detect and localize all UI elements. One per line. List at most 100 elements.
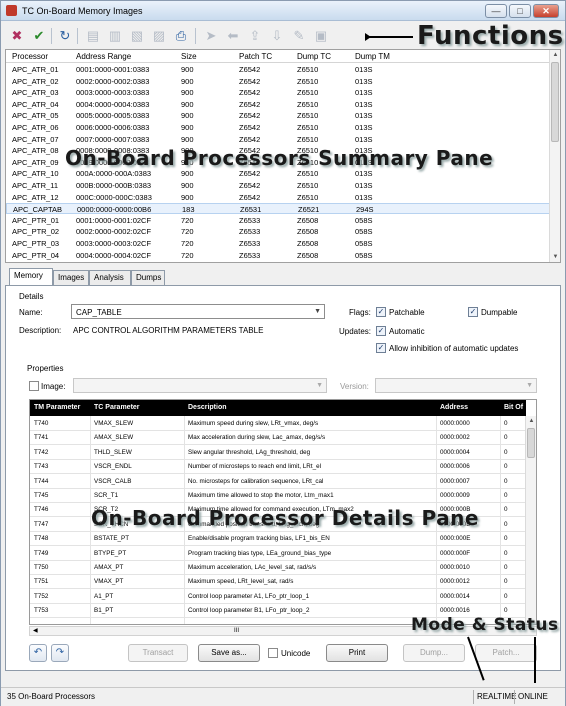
- refresh-icon[interactable]: ↻: [55, 26, 75, 46]
- patch-icon[interactable]: ✎: [289, 26, 309, 46]
- unicode-checkbox[interactable]: [268, 648, 278, 658]
- dump-button[interactable]: Dump...: [403, 644, 465, 662]
- parameter-row[interactable]: T748 BSTATE_PT Enable/disable program trac…: [30, 532, 526, 547]
- import-icon[interactable]: ▨: [149, 26, 169, 46]
- summary-scrollbar[interactable]: ▲ ▼: [549, 50, 560, 262]
- dumpable-checkbox[interactable]: ✓: [468, 307, 478, 317]
- receive-icon[interactable]: ⬅: [223, 26, 243, 46]
- parameter-row[interactable]: T742 THLD_SLEW Slew angular threshold, LAg…: [30, 446, 526, 460]
- scroll-up-icon[interactable]: ▲: [550, 50, 560, 60]
- cell-dump-tc: Z6510: [297, 111, 319, 121]
- parameter-row[interactable]: T744 VSCR_CALB No. microsteps for calibrat…: [30, 475, 526, 489]
- summary-row[interactable]: APC_ATR_02 0002:0000-0002:0383 900 Z6542 Z65…: [6, 76, 550, 87]
- summary-row[interactable]: APC_PTR_03 0003:0000-0003:02CF 720 Z6533 Z65…: [6, 238, 550, 249]
- export-icon[interactable]: ▧: [127, 26, 147, 46]
- scroll-thumb[interactable]: [551, 62, 559, 142]
- cell-dump-tc: Z6510: [297, 134, 319, 144]
- redo-button[interactable]: ↷: [51, 644, 69, 662]
- scroll-thumb[interactable]: [527, 428, 535, 458]
- parameter-row[interactable]: T749 BTYPE_PT Program tracking bias type, …: [30, 547, 526, 561]
- tab-images[interactable]: Images: [53, 270, 89, 286]
- col-dump-tc[interactable]: Dump TC: [297, 52, 331, 61]
- col-address[interactable]: Address: [440, 404, 468, 411]
- cell-tc-parameter: VSCR_ENDL: [94, 463, 132, 471]
- details-group-label: Details: [19, 292, 44, 301]
- col-processor[interactable]: Processor: [12, 52, 48, 61]
- cell-address-range: 0007:0000-0007:0383: [76, 134, 150, 144]
- delete-icon[interactable]: ✖: [7, 26, 27, 46]
- maximize-button[interactable]: □: [509, 4, 531, 18]
- summary-row[interactable]: APC_PTR_01 0001:0000-0001:02CF 720 Z6533 Z65…: [6, 215, 550, 226]
- summary-row[interactable]: APC_ATR_01 0001:0000-0001:0383 900 Z6542 Z65…: [6, 64, 550, 75]
- cell-size: 900: [181, 134, 194, 144]
- col-patch-tc[interactable]: Patch TC: [239, 52, 272, 61]
- name-combo[interactable]: CAP_TABLE ▼: [71, 304, 325, 319]
- checkmark-icon[interactable]: ✔: [29, 26, 49, 46]
- summary-row[interactable]: APC_CAPTAB 0000:0000-0000:00B6 183 Z6531 Z65…: [6, 203, 550, 215]
- cell-processor: APC_PTR_02: [12, 227, 60, 237]
- minimize-button[interactable]: —: [485, 4, 507, 18]
- cell-description: Max acceleration during slew, Lac_amax, …: [188, 434, 326, 442]
- cell-address-range: 0003:0000-0003:0383: [76, 88, 150, 98]
- description-label: Description:: [19, 326, 62, 335]
- download-icon[interactable]: ⇩: [267, 26, 287, 46]
- print-icon[interactable]: ⎙: [171, 26, 191, 46]
- summary-row[interactable]: APC_ATR_04 0004:0000-0004:0383 900 Z6542 Z65…: [6, 99, 550, 110]
- scroll-left-icon[interactable]: ◀: [33, 627, 38, 634]
- tab-memory[interactable]: Memory: [9, 268, 53, 286]
- upload-icon[interactable]: ⇪: [245, 26, 265, 46]
- save-as-button[interactable]: Save as...: [198, 644, 260, 662]
- col-dump-tm[interactable]: Dump TM: [355, 52, 390, 61]
- tab-analysis[interactable]: Analysis: [89, 270, 131, 286]
- col-description[interactable]: Description: [188, 404, 227, 411]
- parameter-row[interactable]: T750 AMAX_PT Maximum acceleration, LAc_lev…: [30, 561, 526, 575]
- summary-row[interactable]: APC_ATR_07 0007:0000-0007:0383 900 Z6542 Z65…: [6, 134, 550, 145]
- undo-button[interactable]: ↶: [29, 644, 47, 662]
- col-size[interactable]: Size: [181, 52, 197, 61]
- col-tc-parameter[interactable]: TC Parameter: [94, 404, 140, 411]
- print-button[interactable]: Print: [326, 644, 388, 662]
- description-value: APC CONTROL ALGORITHM PARAMETERS TABLE: [73, 326, 264, 335]
- scroll-down-icon[interactable]: ▼: [550, 252, 560, 262]
- copy-icon[interactable]: ▤: [83, 26, 103, 46]
- col-bit-offset[interactable]: Bit Of: [504, 404, 523, 411]
- cell-tm-parameter: T751: [34, 578, 49, 586]
- tab-dumps[interactable]: Dumps: [131, 270, 165, 286]
- summary-row[interactable]: APC_ATR_06 0006:0000-0006:0383 900 Z6542 Z65…: [6, 122, 550, 133]
- summary-row[interactable]: APC_PTR_04 0004:0000-0004:02CF 720 Z6533 Z65…: [6, 250, 550, 261]
- version-combo[interactable]: ▼: [375, 378, 537, 393]
- parameter-row[interactable]: T743 VSCR_ENDL Number of microsteps to rea…: [30, 460, 526, 475]
- col-tm-parameter[interactable]: TM Parameter: [34, 404, 80, 411]
- allow-inhibition-label: Allow inhibition of automatic updates: [389, 344, 519, 353]
- summary-row[interactable]: APC_ATR_12 000C:0000-000C:0383 900 Z6542 Z65…: [6, 192, 550, 203]
- automatic-checkbox[interactable]: ✓: [376, 326, 386, 336]
- parameter-row[interactable]: T751 VMAX_PT Maximum speed, LRt_level_sat,…: [30, 575, 526, 590]
- close-button[interactable]: ✕: [533, 4, 559, 18]
- summary-row[interactable]: APC_ATR_03 0003:0000-0003:0383 900 Z6542 Z65…: [6, 87, 550, 98]
- parameter-row[interactable]: T745 SCR_T1 Maximum time allowed to stop t…: [30, 489, 526, 503]
- parameter-row[interactable]: T752 A1_PT Control loop parameter A1, LFo_…: [30, 590, 526, 604]
- patchable-checkbox[interactable]: ✓: [376, 307, 386, 317]
- transact-button[interactable]: Transact: [128, 644, 188, 662]
- cell-tc-parameter: VMAX_PT: [94, 578, 124, 586]
- summary-row[interactable]: APC_ATR_11 000B:0000-000B:0383 900 Z6542 Z65…: [6, 180, 550, 191]
- scroll-grip[interactable]: III: [234, 628, 239, 634]
- summary-row[interactable]: APC_PTR_02 0002:0000-0002:02CF 720 Z6533 Z65…: [6, 226, 550, 237]
- dump-icon[interactable]: ▣: [311, 26, 331, 46]
- image-combo[interactable]: ▼: [73, 378, 327, 393]
- image-checkbox[interactable]: [29, 381, 39, 391]
- allow-inhibition-checkbox[interactable]: ✓: [376, 343, 386, 353]
- compare-icon[interactable]: ▥: [105, 26, 125, 46]
- cell-processor: APC_ATR_05: [12, 111, 59, 121]
- grid-scrollbar[interactable]: ▲: [525, 416, 536, 624]
- parameter-row[interactable]: T740 VMAX_SLEW Maximum speed during slew, …: [30, 417, 526, 431]
- cell-bit-offset: 0: [504, 535, 508, 543]
- scroll-up-icon[interactable]: ▲: [526, 416, 536, 426]
- cell-description: No. microsteps for calibration sequence,…: [188, 477, 324, 485]
- parameter-row[interactable]: T741 AMAX_SLEW Max acceleration during sle…: [30, 431, 526, 446]
- summary-row[interactable]: APC_ATR_10 000A:0000-000A:0383 900 Z6542 Z65…: [6, 168, 550, 179]
- patch-button[interactable]: Patch...: [475, 644, 537, 662]
- summary-row[interactable]: APC_ATR_05 0005:0000-0005:0383 900 Z6542 Z65…: [6, 110, 550, 121]
- send-icon[interactable]: ➤: [201, 26, 221, 46]
- col-address-range[interactable]: Address Range: [76, 52, 131, 61]
